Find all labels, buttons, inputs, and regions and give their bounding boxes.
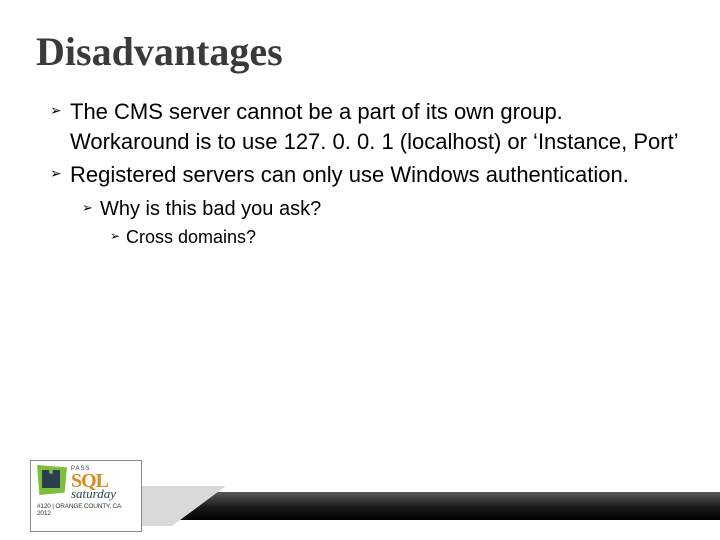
decorative-bar [130, 492, 720, 520]
slide-title: Disadvantages [36, 28, 684, 75]
sql-saturday-logo: PASS SQL saturday #120 | ORANGE COUNTY, … [30, 460, 142, 532]
bullet-level-1: Registered servers can only use Windows … [50, 160, 684, 190]
footer: PASS SQL saturday #120 | ORANGE COUNTY, … [0, 450, 720, 540]
bullet-level-3: Cross domains? [110, 226, 684, 249]
puzzle-icon [37, 465, 67, 495]
logo-saturday-text: saturday [71, 488, 116, 500]
bullet-level-2: Why is this bad you ask? [82, 196, 684, 222]
slide: Disadvantages The CMS server cannot be a… [0, 0, 720, 249]
bullet-level-1: The CMS server cannot be a part of its o… [50, 97, 684, 156]
logo-tagline: #120 | ORANGE COUNTY, CA 2012 [37, 503, 135, 517]
bullet-list: The CMS server cannot be a part of its o… [36, 97, 684, 249]
